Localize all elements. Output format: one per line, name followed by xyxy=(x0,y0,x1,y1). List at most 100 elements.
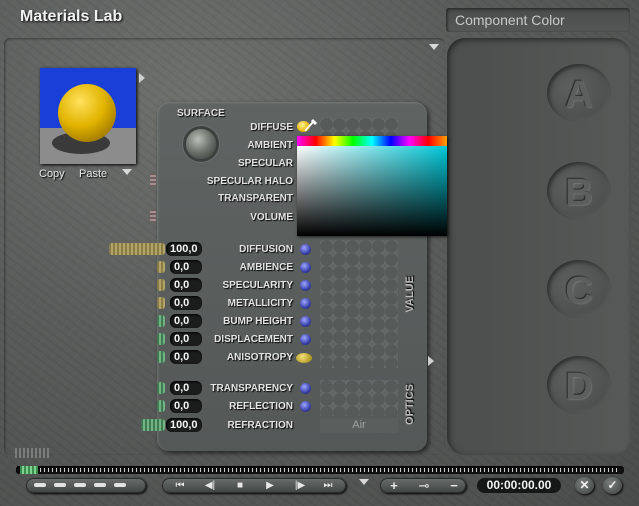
channel-row-specular[interactable]: SPECULAR xyxy=(200,156,293,173)
value-label-diffusion: DIFFUSION xyxy=(239,244,293,255)
cancel-button[interactable]: ✕ xyxy=(575,477,594,494)
paste-menu-arrow-icon[interactable] xyxy=(122,169,132,175)
reflection-value[interactable]: 0,0 xyxy=(170,399,202,413)
slot-c-label: C xyxy=(565,270,593,312)
optics-texture-grid[interactable] xyxy=(320,380,398,416)
animation-timeline[interactable] xyxy=(16,466,624,474)
transparency-value[interactable]: 0,0 xyxy=(170,381,202,395)
go-to-start-button[interactable]: ⏮ xyxy=(166,479,194,492)
paste-button[interactable]: Paste xyxy=(79,168,107,180)
value-row-specularity: SPECULARITY xyxy=(205,278,293,295)
add-keyframe-button[interactable]: + xyxy=(384,479,404,492)
frame-selector[interactable] xyxy=(26,478,146,493)
optics-label-reflection: REFLECTION xyxy=(229,401,293,412)
bump-height-slider-handle[interactable] xyxy=(157,315,165,327)
channel-row-volume[interactable]: VOLUME xyxy=(170,210,293,227)
anisotropy-value[interactable]: 0,0 xyxy=(170,350,202,364)
anisotropy-map-button[interactable] xyxy=(296,353,312,363)
value-row-anisotropy: ANISOTROPY xyxy=(205,350,293,367)
copy-button[interactable]: Copy xyxy=(39,168,65,180)
preview-menu-arrow-icon[interactable] xyxy=(139,73,145,83)
value-texture-grid[interactable] xyxy=(320,240,398,368)
value-label-anisotropy: ANISOTROPY xyxy=(226,352,293,363)
stop-button[interactable]: ■ xyxy=(226,479,254,492)
channel-row-ambient[interactable]: AMBIENT xyxy=(200,138,293,155)
step-forward-button[interactable]: |▶ xyxy=(286,479,314,492)
specularity-slider-handle[interactable] xyxy=(157,279,165,291)
expand-arrow-icon[interactable] xyxy=(428,356,434,366)
slot-d[interactable]: D xyxy=(547,356,611,414)
metallicity-slider-handle[interactable] xyxy=(157,297,165,309)
diffusion-slider-handle[interactable] xyxy=(109,243,165,255)
hue-strip[interactable] xyxy=(297,136,447,146)
slot-c[interactable]: C xyxy=(547,260,611,318)
timeline-ticks xyxy=(40,468,620,472)
frame-dash-2[interactable] xyxy=(54,483,66,487)
remove-keyframe-button[interactable]: − xyxy=(444,479,464,492)
ambience-slider-handle[interactable] xyxy=(157,261,165,273)
channel-row-specular-halo[interactable]: SPECULAR HALO xyxy=(170,174,293,191)
reflection-map-button[interactable] xyxy=(300,401,311,412)
component-color-field[interactable]: Component Color xyxy=(446,8,630,32)
ok-button[interactable]: ✓ xyxy=(603,477,622,494)
specularity-value[interactable]: 0,0 xyxy=(170,278,202,292)
diffusion-value[interactable]: 100,0 xyxy=(166,242,202,256)
transparency-map-button[interactable] xyxy=(300,383,311,394)
saturation-value-field[interactable] xyxy=(297,146,447,236)
frame-dash-5[interactable] xyxy=(114,483,126,487)
metallicity-value[interactable]: 0,0 xyxy=(170,296,202,310)
optics-row-refraction: REFRACTION xyxy=(205,418,293,435)
step-back-button[interactable]: ◀| xyxy=(196,479,224,492)
value-label-displacement: DISPLACEMENT xyxy=(214,334,293,345)
channel-label-specular: SPECULAR xyxy=(237,158,293,169)
anisotropy-slider-handle[interactable] xyxy=(157,351,165,363)
channel-label-volume: VOLUME xyxy=(250,212,293,223)
timeline-cursor[interactable] xyxy=(20,466,38,474)
refraction-preset-field[interactable]: Air xyxy=(320,418,398,433)
frame-dash-1[interactable] xyxy=(34,483,46,487)
diffusion-map-button[interactable] xyxy=(300,244,311,255)
displacement-map-button[interactable] xyxy=(300,334,311,345)
optics-label-refraction: REFRACTION xyxy=(227,420,293,431)
channel-label-ambient: AMBIENT xyxy=(247,140,293,151)
go-to-end-button[interactable]: ⏭ xyxy=(314,479,342,492)
bump-height-value[interactable]: 0,0 xyxy=(170,314,202,328)
playback-options-arrow-icon[interactable] xyxy=(359,479,369,485)
slot-a[interactable]: A xyxy=(547,64,611,122)
ambience-map-button[interactable] xyxy=(300,262,311,273)
bump-height-map-button[interactable] xyxy=(300,316,311,327)
frame-dash-3[interactable] xyxy=(74,483,86,487)
volume-handle[interactable] xyxy=(150,209,156,223)
refraction-value[interactable]: 100,0 xyxy=(166,418,202,432)
value-tab[interactable]: VALUE xyxy=(404,276,416,312)
value-row-displacement: DISPLACEMENT xyxy=(205,332,293,349)
slot-b-label: B xyxy=(565,172,593,214)
channel-row-diffuse[interactable]: DIFFUSE xyxy=(200,120,293,137)
playback-controls: ⏮ ◀| ■ ▶ |▶ ⏭ xyxy=(162,478,346,493)
displacement-value[interactable]: 0,0 xyxy=(170,332,202,346)
eyedropper-icon[interactable] xyxy=(300,118,318,133)
keyframe-key-button[interactable]: ⊸ xyxy=(406,479,442,492)
slot-a-label: A xyxy=(565,74,593,116)
refraction-slider-handle[interactable] xyxy=(141,419,165,431)
displacement-slider-handle[interactable] xyxy=(157,333,165,345)
transparency-slider-handle[interactable] xyxy=(157,382,165,394)
specularity-map-button[interactable] xyxy=(300,280,311,291)
ambience-value[interactable]: 0,0 xyxy=(170,260,202,274)
material-preview[interactable] xyxy=(40,68,136,164)
materials-lab-window: Materials Lab Component Color A B C D Co… xyxy=(0,0,639,506)
color-picker-popup[interactable] xyxy=(297,136,447,236)
optics-tab[interactable]: OPTICS xyxy=(404,384,416,425)
slot-b[interactable]: B xyxy=(547,162,611,220)
time-display[interactable]: 00:00:00.00 xyxy=(477,478,561,493)
metallicity-map-button[interactable] xyxy=(300,298,311,309)
reflection-slider-handle[interactable] xyxy=(157,400,165,412)
level-meter xyxy=(15,448,51,458)
channel-label-specular-halo: SPECULAR HALO xyxy=(206,176,293,187)
play-button[interactable]: ▶ xyxy=(256,479,284,492)
specular-halo-handle[interactable] xyxy=(150,173,156,187)
channel-row-transparent[interactable]: TRANSPARENT xyxy=(170,191,293,208)
value-label-specularity: SPECULARITY xyxy=(222,280,293,291)
app-title: Materials Lab xyxy=(20,8,123,25)
frame-dash-4[interactable] xyxy=(94,483,106,487)
